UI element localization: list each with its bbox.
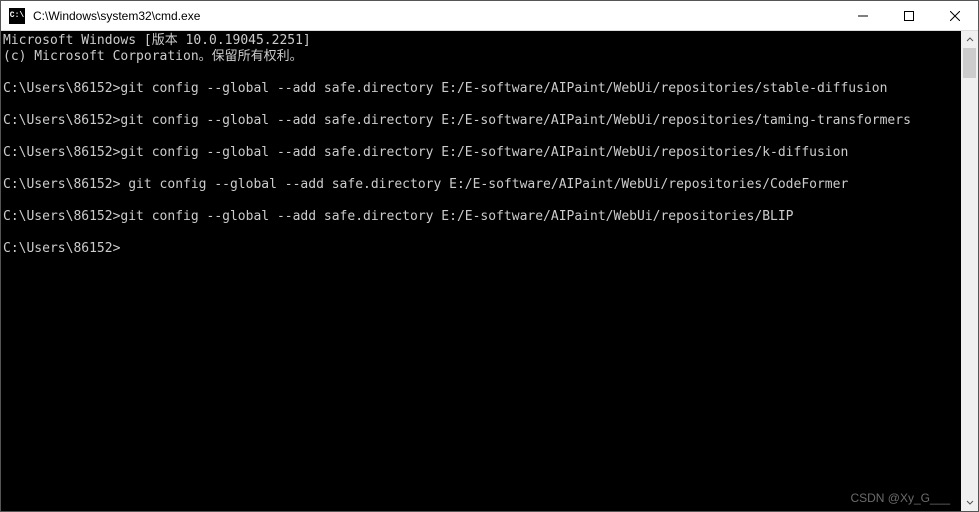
blank-line: [3, 193, 959, 209]
prompt: C:\Users\86152>: [3, 209, 120, 224]
close-button[interactable]: [932, 1, 978, 30]
command-text: git config --global --add safe.directory…: [120, 145, 848, 160]
scroll-down-button[interactable]: [961, 494, 978, 511]
blank-line: [3, 225, 959, 241]
command-text: git config --global --add safe.directory…: [120, 209, 793, 224]
prompt: C:\Users\86152>: [3, 81, 120, 96]
scroll-track[interactable]: [961, 48, 978, 494]
scroll-up-button[interactable]: [961, 31, 978, 48]
command-text: git config --global --add safe.directory…: [120, 81, 887, 96]
maximize-icon: [904, 11, 914, 21]
command-line: C:\Users\86152>git config --global --add…: [3, 209, 959, 225]
prompt-line: C:\Users\86152>: [3, 241, 959, 257]
titlebar[interactable]: C:\ C:\Windows\system32\cmd.exe: [1, 1, 978, 31]
blank-line: [3, 129, 959, 145]
terminal-area: Microsoft Windows [版本 10.0.19045.2251](c…: [1, 31, 978, 511]
watermark: CSDN @Xy_G___: [850, 491, 950, 505]
chevron-down-icon: [966, 499, 974, 507]
chevron-up-icon: [966, 36, 974, 44]
blank-line: [3, 97, 959, 113]
command-text: git config --global --add safe.directory…: [120, 113, 911, 128]
prompt: C:\Users\86152>: [3, 177, 120, 192]
close-icon: [950, 11, 960, 21]
window-controls: [840, 1, 978, 30]
prompt: C:\Users\86152>: [3, 113, 120, 128]
header-line: (c) Microsoft Corporation。保留所有权利。: [3, 49, 959, 65]
blank-line: [3, 65, 959, 81]
command-text: git config --global --add safe.directory…: [120, 177, 848, 192]
terminal[interactable]: Microsoft Windows [版本 10.0.19045.2251](c…: [1, 31, 961, 511]
command-line: C:\Users\86152>git config --global --add…: [3, 113, 959, 129]
cmd-window: C:\ C:\Windows\system32\cmd.exe Microsof…: [0, 0, 979, 512]
command-line: C:\Users\86152>git config --global --add…: [3, 145, 959, 161]
command-line: C:\Users\86152>git config --global --add…: [3, 81, 959, 97]
blank-line: [3, 161, 959, 177]
window-title: C:\Windows\system32\cmd.exe: [31, 9, 840, 23]
header-line: Microsoft Windows [版本 10.0.19045.2251]: [3, 33, 959, 49]
minimize-icon: [858, 11, 868, 21]
maximize-button[interactable]: [886, 1, 932, 30]
scrollbar[interactable]: [961, 31, 978, 511]
minimize-button[interactable]: [840, 1, 886, 30]
command-line: C:\Users\86152> git config --global --ad…: [3, 177, 959, 193]
scroll-thumb[interactable]: [963, 48, 976, 78]
prompt: C:\Users\86152>: [3, 145, 120, 160]
cmd-icon: C:\: [9, 8, 25, 24]
